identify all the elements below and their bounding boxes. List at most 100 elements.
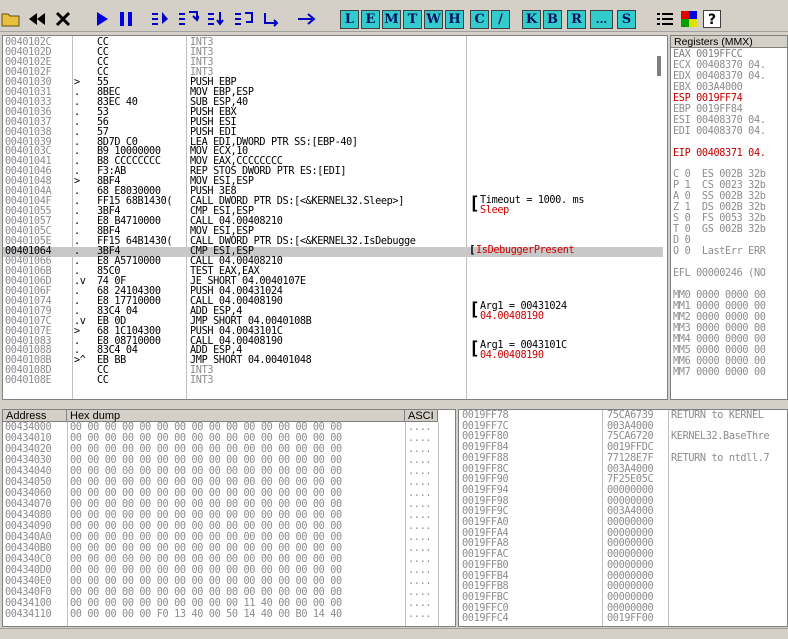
stack-row[interactable]: 0019FF7C 003A4000 [459, 421, 787, 432]
disasm-row[interactable]: 0040106F. 68 24104300 PUSH 04.00431024 [3, 286, 663, 297]
handles-button[interactable]: H [445, 10, 464, 29]
close-icon[interactable] [52, 9, 74, 29]
dump-row[interactable]: 004340F0 00 00 00 00 00 00 00 00 00 00 00… [3, 588, 453, 598]
dump-row[interactable]: 00434030 00 00 00 00 00 00 00 00 00 00 00… [3, 456, 453, 466]
register-line[interactable]: MM0 0000 0000 00 [673, 290, 787, 301]
dump-row[interactable]: 004340A0 00 00 00 00 00 00 00 00 00 00 00… [3, 533, 453, 543]
stack-row[interactable]: 0019FFAC 00000000 [459, 550, 787, 560]
register-line[interactable]: C 0 ES 002B 32b [673, 170, 787, 180]
stack-row[interactable]: 0019FF88 77128E7F RETURN to ntdll.7 [459, 453, 787, 464]
patches-button[interactable]: / [491, 10, 510, 29]
stack-row[interactable]: 0019FFA4 00000000 [459, 528, 787, 539]
register-line[interactable]: EAX 0019FFCC [673, 50, 787, 60]
disasm-row[interactable]: 0040102F CC INT3 [3, 67, 663, 78]
stack-row[interactable]: 0019FF94 00000000 [459, 485, 787, 496]
stack-row[interactable]: 0019FFA8 00000000 [459, 539, 787, 549]
list-view-icon[interactable] [654, 9, 676, 29]
register-line[interactable]: MM7 0000 0000 00 [673, 367, 787, 378]
disassembly-pane[interactable]: 0040102C CC INT3 0040102D CC INT3 0040102E CC IN… [2, 35, 668, 400]
registers-pane[interactable]: Registers (MMX) EAX 0019FFCC ECX 00408370… [670, 35, 788, 400]
disasm-row[interactable]: 0040107C .v EB 0D JMP SHORT 04.0040108B [3, 316, 663, 327]
register-line[interactable]: O 0 LastErr ERR [673, 247, 787, 257]
stack-pane[interactable]: 0019FF78 75CA6739 RETURN to KERNEL 0019FF7C… [458, 409, 788, 627]
windows-button[interactable]: W [424, 10, 443, 29]
register-line[interactable]: ECX 00408370 04. [673, 61, 787, 71]
dump-row[interactable]: 004340D0 00 00 00 00 00 00 00 00 00 00 00… [3, 566, 453, 576]
disasm-row[interactable]: 00401037. 56 PUSH ESI [3, 117, 663, 128]
log-window-button[interactable]: L [340, 10, 359, 29]
stack-row[interactable]: 0019FFB0 00000000 [459, 560, 787, 571]
register-line[interactable]: A 0 SS 002B 32b [673, 192, 787, 202]
stack-row[interactable]: 0019FF98 00000000 [459, 496, 787, 507]
goto-address-icon[interactable] [296, 9, 318, 29]
register-line[interactable]: EBP 0019FF84 [673, 104, 787, 115]
register-line[interactable]: MM5 0000 0000 00 [673, 345, 787, 356]
register-line[interactable]: EFL 00000246 (NO [673, 269, 787, 279]
dump-header-address[interactable]: Address [3, 410, 67, 422]
stack-row[interactable]: 0019FFC4 0019FF00 [459, 614, 787, 624]
disasm-row[interactable]: 0040106B. 85C0 TEST EAX,EAX [3, 266, 663, 277]
disasm-row[interactable]: 0040108E CC INT3 [3, 376, 663, 386]
stack-row[interactable]: 0019FFA0 00000000 [459, 518, 787, 528]
step-over-icon[interactable] [177, 9, 199, 29]
register-line[interactable]: MM4 0000 0000 00 [673, 334, 787, 345]
stack-row[interactable]: 0019FF78 75CA6739 RETURN to KERNEL [459, 411, 787, 421]
register-line[interactable]: P 1 CS 0023 32b [673, 181, 787, 191]
disasm-row[interactable]: 00401033. 83EC 40 SUB ESP,40 [3, 97, 663, 108]
dump-row[interactable]: 00434020 00 00 00 00 00 00 00 00 00 00 00… [3, 445, 453, 455]
stack-row[interactable]: 0019FF84 0019FFDC [459, 443, 787, 453]
stack-row[interactable]: 0019FFB4 00000000 [459, 571, 787, 582]
dump-row[interactable]: 00434100 00 00 00 00 00 00 00 00 00 00 11… [3, 599, 453, 609]
register-line[interactable]: T 0 GS 002B 32b [673, 225, 787, 235]
register-line[interactable]: EDI 00408370 04. [673, 126, 787, 137]
dump-row[interactable]: 00434050 00 00 00 00 00 00 00 00 00 00 00… [3, 478, 453, 488]
dump-row[interactable]: 004340B0 00 00 00 00 00 00 00 00 00 00 00… [3, 544, 453, 554]
stack-row[interactable]: 0019FF9C 003A4000 [459, 507, 787, 517]
register-line[interactable]: EBX 003A4000 [673, 82, 787, 93]
register-line[interactable]: MM1 0000 0000 00 [673, 301, 787, 312]
stack-row[interactable]: 0019FFC0 00000000 [459, 603, 787, 614]
rewind-icon[interactable] [26, 9, 48, 29]
register-line[interactable]: MM6 0000 0000 00 [673, 356, 787, 367]
register-line[interactable]: ESI 00408370 04. [673, 115, 787, 126]
run-trace-button[interactable]: ... [590, 10, 613, 29]
run-icon[interactable] [91, 9, 113, 29]
register-line[interactable]: EDX 00408370 04. [673, 71, 787, 82]
execute-till-return-icon[interactable] [261, 9, 283, 29]
color-palette-icon[interactable] [678, 9, 700, 29]
dump-header-ascii[interactable]: ASCI [405, 410, 438, 422]
references-button[interactable]: R [567, 10, 586, 29]
disasm-row[interactable]: 00401036. 53 PUSH EBX [3, 107, 663, 118]
dump-row[interactable]: 00434110 00 00 00 00 00 F0 13 40 00 50 14… [3, 610, 453, 620]
dump-row[interactable]: 00434080 00 00 00 00 00 00 00 00 00 00 00… [3, 511, 453, 521]
disasm-row[interactable]: 0040107E >68 1C104300 PUSH 04.0043101C [3, 326, 663, 337]
stack-row[interactable]: 0019FF8C 003A4000 [459, 464, 787, 475]
help-icon[interactable]: ? [701, 9, 723, 29]
dump-row[interactable]: 00434000 00 00 00 00 00 00 00 00 00 00 00… [3, 423, 453, 433]
dump-row[interactable]: 00434010 00 00 00 00 00 00 00 00 00 00 00… [3, 434, 453, 444]
breakpoints-button[interactable]: B [543, 10, 562, 29]
step-into-icon[interactable] [150, 9, 172, 29]
dump-row[interactable]: 004340E0 00 00 00 00 00 00 00 00 00 00 00… [3, 577, 453, 587]
modules-button[interactable]: E [361, 10, 380, 29]
register-line[interactable]: ESP 0019FF74 [673, 93, 787, 104]
disasm-row[interactable]: 00401031. 8BEC MOV EBP,ESP [3, 87, 663, 98]
register-line[interactable]: MM3 0000 0000 00 [673, 323, 787, 334]
threads-button[interactable]: T [403, 10, 422, 29]
trace-into-icon[interactable] [206, 9, 228, 29]
stack-row[interactable]: 0019FFB8 00000000 [459, 582, 787, 592]
dump-header-hex[interactable]: Hex dump [67, 410, 405, 422]
disasm-row[interactable]: 00401030 >55 PUSH EBP [3, 77, 663, 88]
call-stack-button[interactable]: K [522, 10, 541, 29]
dump-row[interactable]: 00434070 00 00 00 00 00 00 00 00 00 00 00… [3, 500, 453, 510]
pause-icon[interactable] [115, 9, 137, 29]
dump-row[interactable]: 00434090 00 00 00 00 00 00 00 00 00 00 00… [3, 522, 453, 532]
register-line[interactable]: EIP 00408371 04. [673, 148, 787, 159]
disasm-row[interactable]: 0040106D .v 74 0F JE SHORT 04.0040107E [3, 276, 663, 287]
dump-row[interactable]: 00434060 00 00 00 00 00 00 00 00 00 00 00… [3, 489, 453, 499]
register-line[interactable]: S 0 FS 0053 32b [673, 214, 787, 224]
cpu-button[interactable]: C [470, 10, 489, 29]
dump-row[interactable]: 004340C0 00 00 00 00 00 00 00 00 00 00 00… [3, 555, 453, 565]
source-button[interactable]: S [617, 10, 636, 29]
open-folder-icon[interactable] [0, 9, 22, 29]
